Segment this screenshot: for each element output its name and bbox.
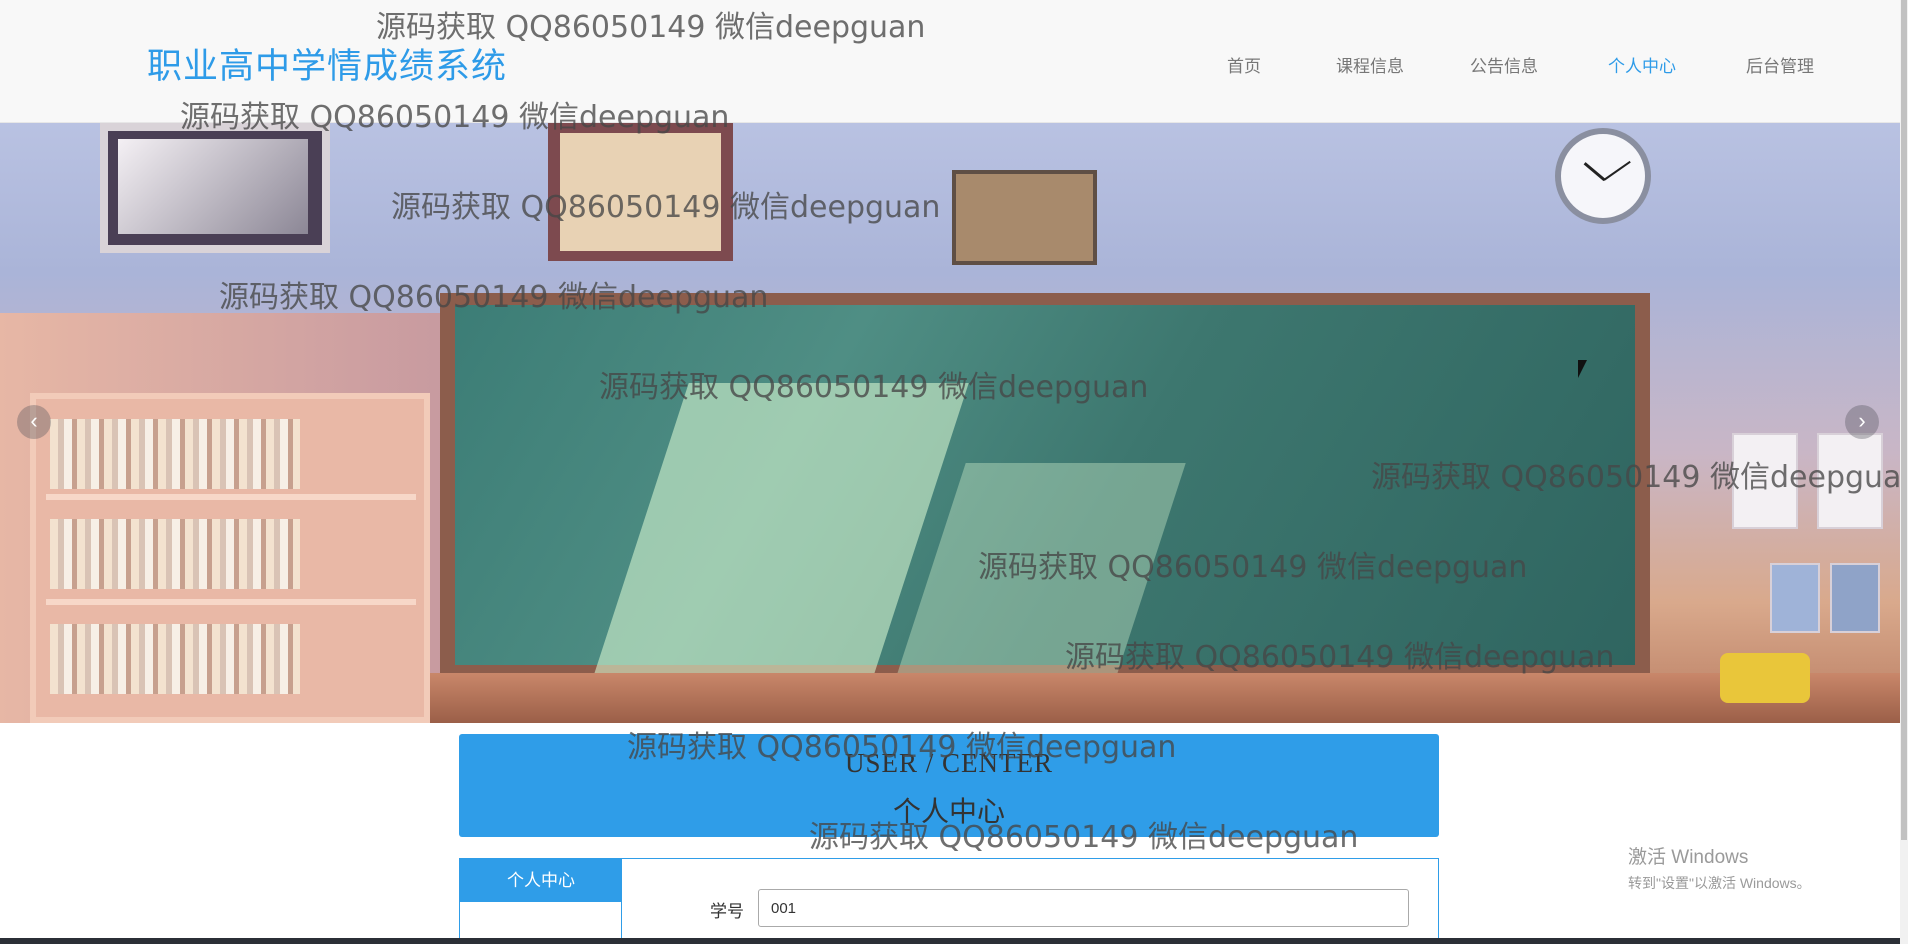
section-title-cn: 个人中心	[892, 795, 1005, 828]
books	[50, 419, 300, 489]
shelf-board	[46, 494, 416, 500]
notice-paper	[1732, 433, 1798, 529]
section-title-en: USER / CENTER	[844, 748, 1053, 778]
scrollbar-thumb[interactable]	[1901, 0, 1907, 840]
banner-box	[1720, 653, 1810, 703]
site-title[interactable]: 职业高中学情成绩系统	[147, 38, 507, 89]
clock-minute-hand	[1603, 160, 1631, 181]
student-id-input[interactable]	[758, 889, 1409, 927]
sidebar-divider	[621, 859, 622, 944]
carousel-prev-button[interactable]: ‹	[17, 405, 51, 439]
nav-item-notices[interactable]: 公告信息	[1470, 52, 1538, 77]
banner-speaker	[952, 170, 1097, 265]
chevron-left-icon: ‹	[30, 408, 38, 433]
nav-item-courses[interactable]: 课程信息	[1336, 52, 1404, 77]
banner-tv-screen	[118, 139, 308, 234]
taskbar-edge	[0, 938, 1900, 944]
nav-item-user-center[interactable]: 个人中心	[1608, 52, 1676, 77]
notice-paper	[1817, 433, 1883, 529]
windows-activation-hint: 转到"设置"以激活 Windows。	[1628, 875, 1811, 891]
bookshelf	[30, 393, 430, 723]
windows-activation-title: 激活 Windows	[1628, 847, 1749, 868]
clock-hour-hand	[1583, 162, 1606, 182]
banner-carousel: ‹ ›	[0, 123, 1900, 723]
page: 职业高中学情成绩系统 首页 课程信息 公告信息 个人中心 后台管理 ‹ › US…	[0, 0, 1908, 944]
shelf-board	[46, 599, 416, 605]
sidebar-item-user-center[interactable]: 个人中心	[460, 859, 622, 902]
chevron-right-icon: ›	[1858, 408, 1866, 433]
student-id-label: 学号	[710, 902, 744, 921]
banner-tv	[100, 123, 330, 253]
mouse-cursor-icon	[1578, 360, 1587, 378]
notice-poster	[1770, 563, 1820, 633]
carousel-next-button[interactable]: ›	[1845, 405, 1879, 439]
banner-frame-inner	[560, 133, 721, 251]
windows-activation-notice: 激活 Windows 转到"设置"以激活 Windows。	[1628, 842, 1811, 893]
banner-frame	[548, 123, 733, 261]
nav-item-admin[interactable]: 后台管理	[1746, 52, 1814, 77]
top-navbar: 职业高中学情成绩系统 首页 课程信息 公告信息 个人中心 后台管理	[0, 0, 1900, 123]
books	[50, 519, 300, 589]
clock-icon	[1555, 128, 1651, 224]
user-center-panel: 个人中心 学号	[459, 858, 1439, 944]
books	[50, 624, 300, 694]
user-center-title-bar: USER / CENTER 个人中心	[459, 734, 1439, 837]
chalk-ledge	[430, 673, 1900, 723]
nav-item-home[interactable]: 首页	[1227, 52, 1261, 77]
notice-poster	[1830, 563, 1880, 633]
